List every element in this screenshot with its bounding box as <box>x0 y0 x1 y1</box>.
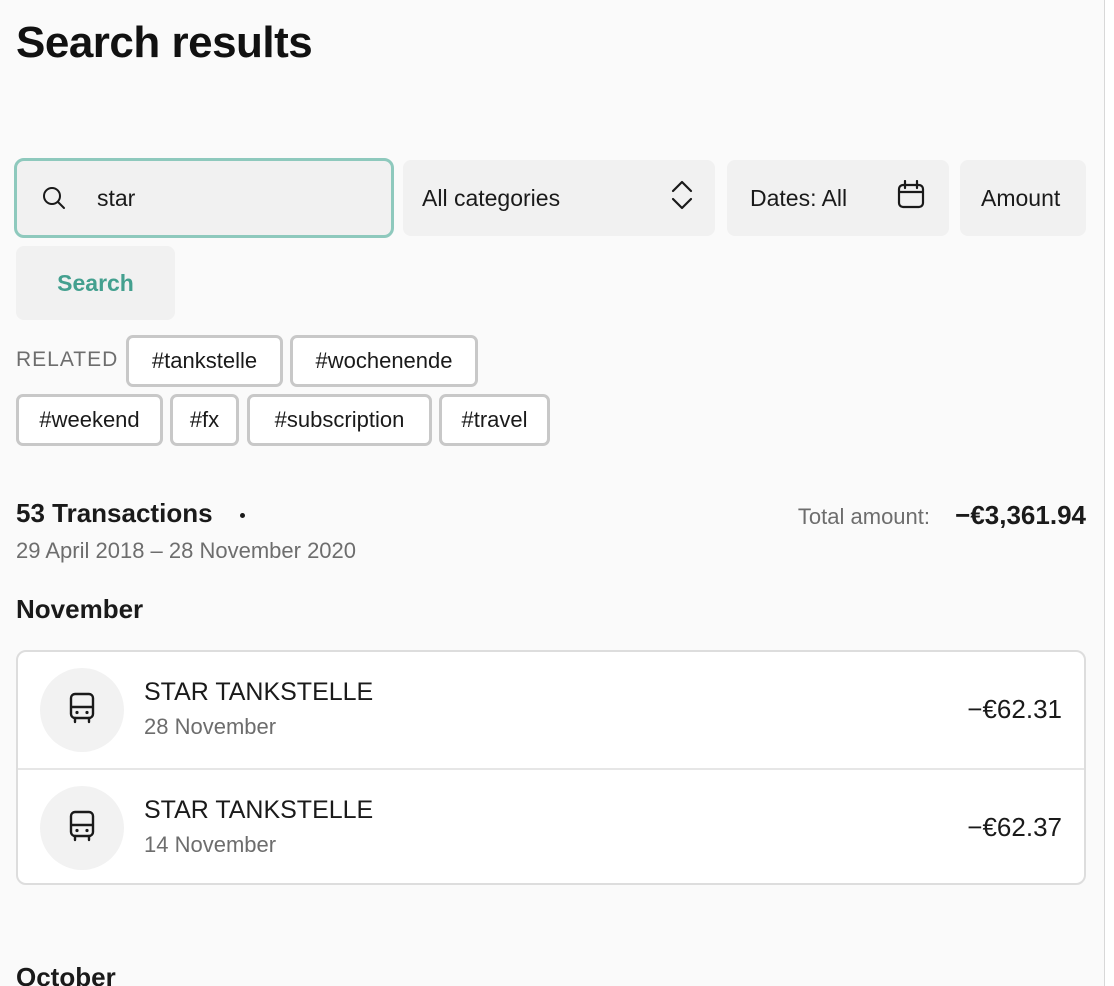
transaction-amount: −€62.31 <box>967 694 1062 724</box>
amount-filter-label: Amount <box>981 184 1061 211</box>
dates-filter[interactable]: Dates: All <box>727 160 949 236</box>
related-tag[interactable]: #fx <box>170 394 239 446</box>
search-results-page: Search results All categories Dates: All <box>0 0 1114 986</box>
month-heading: October <box>16 962 116 986</box>
related-tag[interactable]: #tankstelle <box>126 335 283 387</box>
date-range: 29 April 2018 – 28 November 2020 <box>16 538 357 563</box>
transaction-row[interactable]: STAR TANKSTELLE 14 November −€62.37 <box>18 768 1084 883</box>
transaction-name: STAR TANKSTELLE <box>144 796 374 824</box>
transaction-name: STAR TANKSTELLE <box>144 678 374 706</box>
dates-filter-label: Dates: All <box>750 184 848 211</box>
search-input[interactable] <box>97 184 357 212</box>
transaction-row[interactable]: STAR TANKSTELLE 28 November −€62.31 <box>18 652 1084 768</box>
bus-icon <box>68 691 96 730</box>
transaction-date: 14 November <box>144 832 277 857</box>
separator-dot <box>240 513 245 518</box>
total-amount-value: −€3,361.94 <box>955 500 1086 530</box>
scrollbar[interactable] <box>1104 0 1114 986</box>
category-select-label: All categories <box>422 184 561 211</box>
bus-icon <box>68 809 96 848</box>
amount-filter[interactable]: Amount <box>960 160 1086 236</box>
transaction-amount: −€62.37 <box>967 812 1062 842</box>
category-avatar <box>40 786 124 870</box>
chevron-up-down-icon <box>671 179 693 217</box>
related-tag[interactable]: #subscription <box>247 394 432 446</box>
transaction-list: STAR TANKSTELLE 28 November −€62.31 STAR <box>16 650 1086 885</box>
search-icon <box>41 184 69 212</box>
category-select[interactable]: All categories <box>403 160 715 236</box>
search-button[interactable]: Search <box>16 246 175 320</box>
calendar-icon <box>897 179 925 216</box>
transaction-count: 53 Transactions <box>16 498 213 528</box>
transaction-date: 28 November <box>144 714 277 739</box>
month-heading: November <box>16 594 144 624</box>
related-label: RELATED <box>16 348 119 371</box>
total-amount-label: Total amount: <box>797 504 930 529</box>
related-tag[interactable]: #weekend <box>16 394 163 446</box>
category-avatar <box>40 668 124 752</box>
search-field[interactable] <box>14 158 394 238</box>
related-tag[interactable]: #travel <box>439 394 550 446</box>
page-title: Search results <box>16 18 313 67</box>
related-tag[interactable]: #wochenende <box>290 335 478 387</box>
